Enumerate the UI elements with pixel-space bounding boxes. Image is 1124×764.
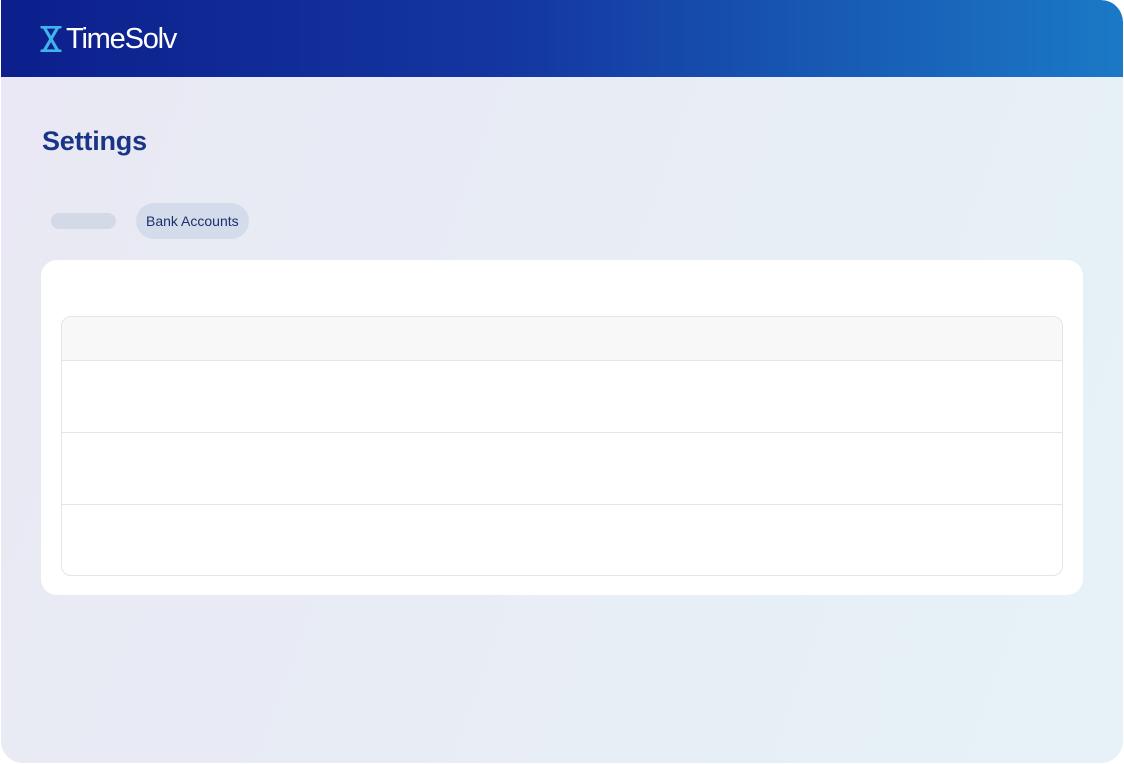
table-row — [62, 505, 1062, 575]
tab-bank-accounts[interactable]: Bank Accounts — [136, 203, 249, 239]
table-header — [62, 317, 1062, 361]
settings-tabs: Bank Accounts — [51, 203, 249, 239]
hourglass-icon — [40, 26, 62, 52]
tab-loading-placeholder — [51, 213, 116, 229]
brand-logo[interactable]: TimeSolv — [40, 23, 177, 55]
page-title: Settings — [42, 126, 147, 156]
top-header: TimeSolv — [1, 0, 1123, 77]
app-window: TimeSolv Settings Bank Accounts — [1, 0, 1123, 763]
table-row — [62, 361, 1062, 433]
table-row — [62, 433, 1062, 505]
content-card — [41, 260, 1083, 595]
bank-accounts-table — [61, 316, 1063, 576]
logo-text: TimeSolv — [66, 23, 177, 55]
